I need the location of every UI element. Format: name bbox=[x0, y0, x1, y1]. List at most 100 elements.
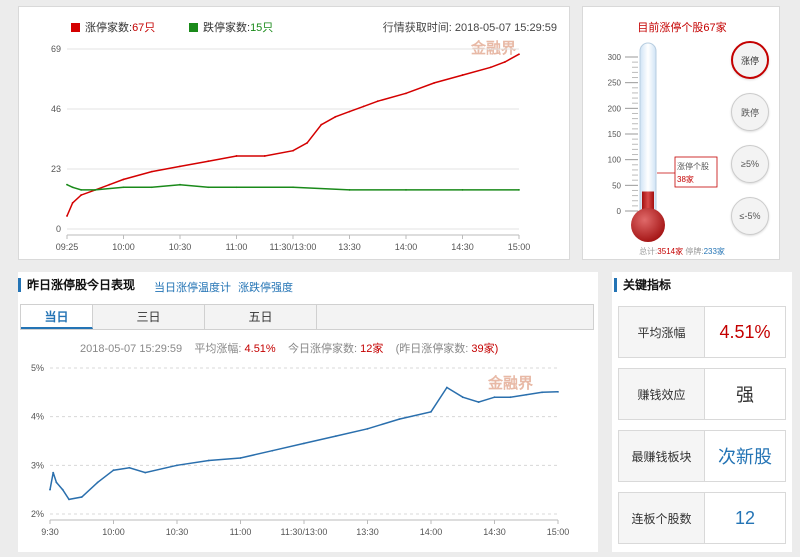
thermometer-scale-label: 300 bbox=[608, 53, 622, 62]
x-tick-label: 14:30 bbox=[483, 527, 506, 537]
x-tick-label: 13:30 bbox=[338, 242, 361, 252]
data-point bbox=[80, 496, 83, 498]
data-point bbox=[334, 115, 337, 118]
metric-label: 最赚钱板块 bbox=[619, 431, 705, 481]
data-point bbox=[80, 188, 83, 191]
limit-down-button[interactable]: 跌停 bbox=[731, 93, 769, 131]
data-point bbox=[461, 188, 464, 191]
metric-consecutive-count: 连板个股数 12 bbox=[618, 492, 786, 544]
data-point bbox=[430, 410, 432, 413]
data-point bbox=[71, 202, 74, 204]
data-point bbox=[461, 396, 464, 399]
y-tick-label: 23 bbox=[51, 164, 61, 174]
data-point bbox=[66, 183, 68, 186]
metric-label: 连板个股数 bbox=[619, 493, 705, 543]
thermometer-scale-label: 250 bbox=[608, 79, 622, 88]
metric-value: 强 bbox=[736, 385, 754, 405]
data-point bbox=[235, 186, 238, 189]
data-point bbox=[509, 396, 512, 399]
data-point bbox=[405, 92, 407, 95]
limit-up-button[interactable]: 涨停 bbox=[731, 41, 769, 79]
thermometer-callout: 涨停个股 38家 bbox=[657, 156, 718, 188]
x-tick-label: 15:00 bbox=[508, 242, 531, 252]
x-tick-label: 9:30 bbox=[41, 527, 59, 537]
metric-avg-gain: 平均涨幅 4.51% bbox=[618, 306, 786, 358]
x-tick-label: 10:00 bbox=[112, 242, 135, 252]
limit-up-down-line-chart: 金融界 0 23 46 69 09:25 10:00 10:30 11:00 11:30/13:… bbox=[51, 39, 531, 252]
x-tick-label: 15:00 bbox=[547, 527, 570, 537]
data-point bbox=[503, 61, 506, 63]
data-point bbox=[303, 442, 305, 445]
yesterday-limit-up-panel: 昨日涨停股今日表现 当日涨停温度计 涨跌停强度 当日 三日 五日 2018-05… bbox=[18, 272, 598, 552]
x-tick-label: 10:30 bbox=[166, 527, 189, 537]
metric-money-effect: 赚钱效应 强 bbox=[618, 368, 786, 420]
data-point bbox=[405, 188, 407, 191]
data-point bbox=[306, 142, 309, 144]
y-tick-label: 4% bbox=[31, 412, 44, 422]
x-tick-label: 11:30/13:00 bbox=[270, 242, 317, 252]
y-tick-label: 46 bbox=[51, 104, 61, 114]
data-point bbox=[320, 123, 323, 126]
y-tick-label: 5% bbox=[31, 363, 44, 373]
thermometer-scale-label: 100 bbox=[608, 156, 622, 165]
y-tick-label: 0 bbox=[56, 224, 61, 234]
avg-gain-line-chart: 金融界 2% 3% 4% 5% 9:30 10:00 10:30 11:00 11:30/13:… bbox=[31, 363, 570, 537]
y-tick-label: 2% bbox=[31, 509, 44, 519]
data-point bbox=[68, 498, 70, 501]
x-tick-label: 11:30/13:00 bbox=[281, 527, 328, 537]
data-point bbox=[96, 481, 99, 484]
x-tick-label: 10:30 bbox=[169, 242, 192, 252]
data-point bbox=[541, 391, 544, 394]
gain-5pct-button[interactable]: ≥5% bbox=[731, 145, 769, 183]
metric-value: 4.51% bbox=[719, 321, 771, 342]
data-point bbox=[66, 215, 68, 217]
x-tick-label: 14:00 bbox=[420, 527, 443, 537]
loss-5pct-button[interactable]: ≤-5% bbox=[731, 197, 769, 235]
data-point bbox=[292, 186, 294, 189]
thermometer-scale-label: 150 bbox=[608, 130, 622, 139]
data-point bbox=[433, 82, 436, 84]
metric-value: 次新股 bbox=[718, 447, 772, 467]
data-point bbox=[348, 110, 351, 113]
data-point bbox=[150, 186, 153, 189]
data-point bbox=[557, 390, 559, 393]
y-tick-label: 3% bbox=[31, 460, 44, 470]
data-point bbox=[445, 386, 448, 389]
y-tick-label: 69 bbox=[51, 44, 61, 54]
halt-value: 233家 bbox=[703, 247, 725, 256]
data-point bbox=[461, 74, 464, 76]
limit-up-down-chart-panel: 涨停家数: 67只 跌停家数: 15只 行情获取时间: 2018-05-07 1… bbox=[18, 6, 570, 260]
data-point bbox=[128, 466, 131, 469]
data-point bbox=[518, 53, 520, 56]
data-point bbox=[144, 471, 147, 474]
watermark-logo: 金融界 bbox=[470, 39, 516, 57]
data-point bbox=[477, 401, 480, 403]
data-point bbox=[207, 459, 210, 462]
data-point bbox=[271, 449, 274, 452]
metric-label: 赚钱效应 bbox=[619, 369, 705, 419]
data-point bbox=[366, 427, 369, 430]
data-point bbox=[489, 66, 492, 69]
total-value: 3514家 bbox=[657, 247, 684, 256]
metric-value: 12 bbox=[734, 507, 756, 528]
data-point bbox=[398, 418, 401, 420]
data-point bbox=[49, 488, 51, 491]
data-point bbox=[239, 457, 242, 459]
data-point bbox=[493, 396, 496, 399]
data-point bbox=[235, 155, 238, 157]
data-point bbox=[376, 100, 379, 103]
watermark-logo: 金融界 bbox=[487, 374, 533, 392]
halt-label: 停牌: bbox=[685, 247, 704, 256]
thermometer-scale-label: 200 bbox=[608, 104, 622, 113]
thermometer-bulb bbox=[631, 208, 665, 242]
data-point bbox=[179, 165, 181, 168]
thermometer-scale-label: 0 bbox=[617, 207, 622, 216]
x-tick-label: 14:30 bbox=[451, 242, 474, 252]
x-tick-label: 11:00 bbox=[230, 527, 252, 537]
x-tick-label: 11:00 bbox=[226, 242, 248, 252]
data-point bbox=[94, 188, 97, 191]
total-label: 总计: bbox=[639, 247, 658, 256]
data-point bbox=[61, 488, 64, 491]
data-point bbox=[122, 178, 125, 181]
data-point bbox=[518, 188, 520, 191]
